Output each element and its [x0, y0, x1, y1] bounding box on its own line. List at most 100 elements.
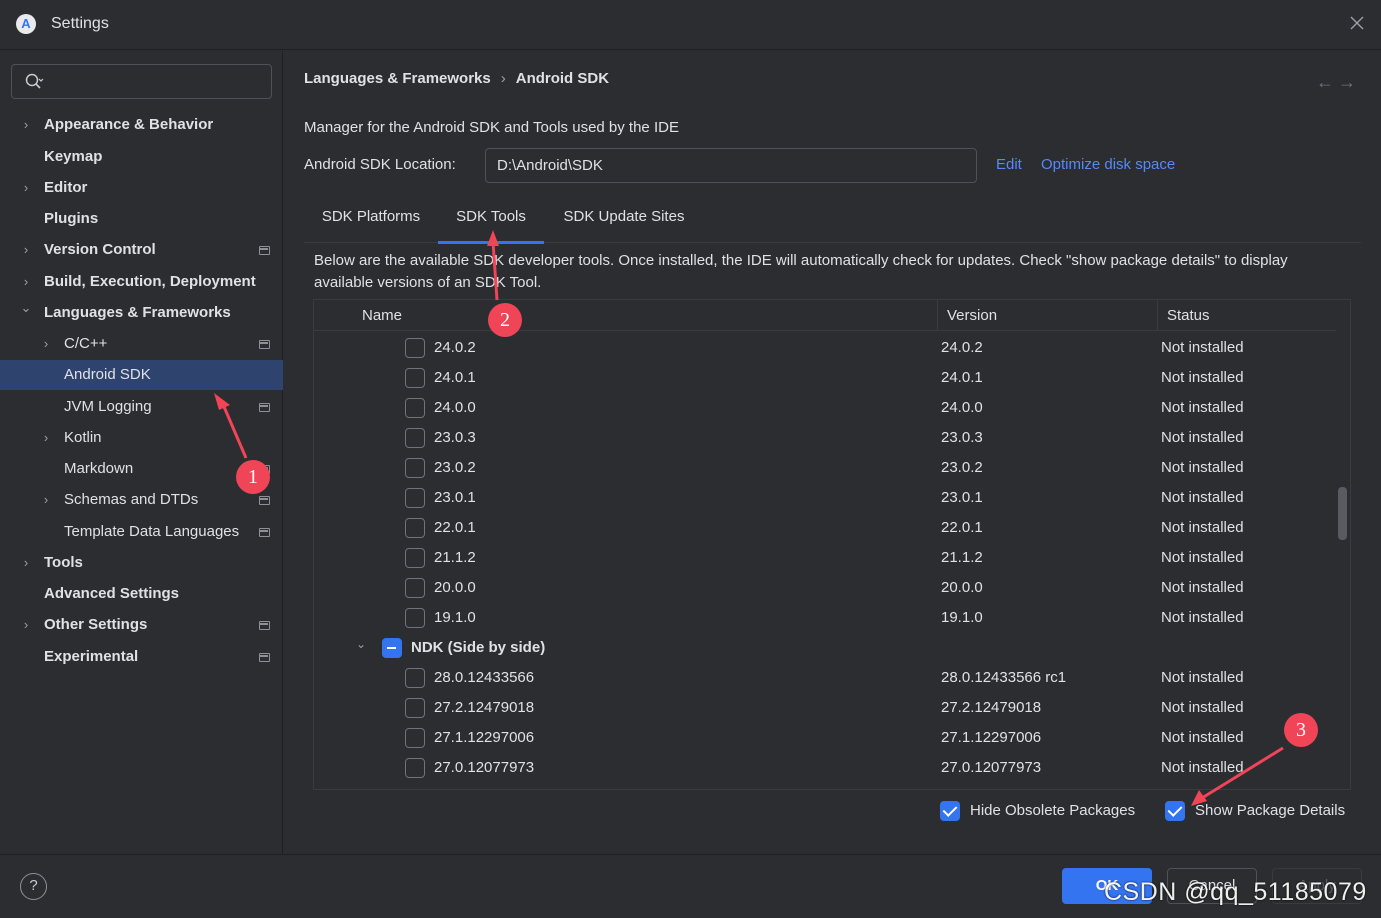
tab-sdk-platforms[interactable]: SDK Platforms — [304, 200, 438, 243]
sidebar-item-schemas-and-dtds[interactable]: › Schemas and DTDs — [0, 485, 283, 515]
chevron-right-icon[interactable]: › — [40, 485, 52, 515]
table-row[interactable]: 23.0.3 23.0.3 Not installed — [314, 423, 1336, 453]
show-package-details-checkbox[interactable]: Show Package Details — [1165, 801, 1355, 823]
package-checkbox[interactable] — [405, 518, 425, 538]
chevron-right-icon[interactable]: › — [20, 610, 32, 640]
sidebar-item-markdown[interactable]: Markdown — [0, 454, 283, 484]
group-checkbox-partial[interactable] — [382, 638, 402, 658]
chevron-down-icon[interactable]: ⌄ — [20, 298, 32, 328]
close-window-button[interactable] — [1347, 14, 1367, 34]
package-name: 27.0.12077973 — [434, 759, 535, 776]
package-version: 27.1.12297006 — [941, 729, 1042, 746]
settings-search-input[interactable] — [52, 71, 262, 93]
package-checkbox[interactable] — [405, 428, 425, 448]
package-status: Not installed — [1161, 429, 1244, 446]
sidebar-item-languages-frameworks[interactable]: ⌄ Languages & Frameworks — [0, 298, 283, 328]
sidebar-item-label: Markdown — [64, 460, 134, 477]
search-icon — [25, 73, 44, 89]
package-checkbox[interactable] — [405, 488, 425, 508]
sidebar-item-editor[interactable]: › Editor — [0, 173, 283, 203]
sdk-location-label: Android SDK Location: — [304, 156, 456, 173]
package-checkbox[interactable] — [405, 458, 425, 478]
chevron-right-icon[interactable]: › — [20, 235, 32, 265]
ok-button[interactable]: OK — [1062, 868, 1152, 904]
table-row[interactable]: 22.0.1 22.0.1 Not installed — [314, 513, 1336, 543]
sidebar-item-version-control[interactable]: › Version Control — [0, 235, 283, 265]
sidebar-item-appearance-behavior[interactable]: › Appearance & Behavior — [0, 110, 283, 140]
column-header-status[interactable]: Status — [1157, 300, 1336, 331]
sidebar-item-build-execution-deployment[interactable]: › Build, Execution, Deployment — [0, 267, 283, 297]
package-version: 24.0.1 — [941, 369, 983, 386]
chevron-right-icon[interactable]: › — [40, 423, 52, 453]
package-checkbox[interactable] — [405, 398, 425, 418]
table-row[interactable]: 27.1.12297006 27.1.12297006 Not installed — [314, 723, 1336, 753]
chevron-down-icon[interactable]: ⌄ — [356, 629, 366, 659]
cancel-button[interactable]: Cancel — [1167, 868, 1257, 904]
table-row[interactable]: 27.2.12479018 27.2.12479018 Not installed — [314, 693, 1336, 723]
chevron-right-icon[interactable]: › — [40, 329, 52, 359]
sidebar-item-tools[interactable]: › Tools — [0, 548, 283, 578]
sidebar-item-experimental[interactable]: Experimental — [0, 642, 283, 672]
sidebar-item-android-sdk[interactable]: Android SDK — [0, 360, 283, 390]
tab-sdk-update-sites[interactable]: SDK Update Sites — [544, 200, 704, 243]
table-row[interactable]: 24.0.0 24.0.0 Not installed — [314, 393, 1336, 423]
sidebar-item-c-c[interactable]: › C/C++ — [0, 329, 283, 359]
sidebar-item-kotlin[interactable]: › Kotlin — [0, 423, 283, 453]
chevron-right-icon[interactable]: › — [20, 267, 32, 297]
tab-sdk-tools[interactable]: SDK Tools — [438, 200, 544, 244]
forward-arrow-icon[interactable]: → — [1336, 72, 1358, 93]
project-level-setting-icon — [259, 496, 270, 505]
sidebar-item-label: Android SDK — [64, 366, 151, 383]
package-version: 23.0.2 — [941, 459, 983, 476]
project-level-setting-icon — [259, 528, 270, 537]
settings-search-box[interactable] — [11, 64, 272, 99]
help-button[interactable]: ? — [20, 873, 47, 900]
sidebar-item-other-settings[interactable]: › Other Settings — [0, 610, 283, 640]
package-checkbox[interactable] — [405, 578, 425, 598]
package-name: 24.0.1 — [434, 369, 476, 386]
table-row[interactable]: 24.0.2 24.0.2 Not installed — [314, 333, 1336, 363]
package-checkbox[interactable] — [405, 608, 425, 628]
sdk-location-input[interactable] — [485, 148, 977, 183]
window-title: Settings — [51, 15, 109, 32]
hide-obsolete-packages-checkbox[interactable]: Hide Obsolete Packages — [940, 801, 1150, 823]
chevron-right-icon[interactable]: › — [20, 548, 32, 578]
table-scrollbar-thumb[interactable] — [1338, 487, 1347, 540]
package-checkbox[interactable] — [405, 758, 425, 778]
breadcrumb-parent[interactable]: Languages & Frameworks — [304, 70, 491, 87]
table-row[interactable]: 23.0.2 23.0.2 Not installed — [314, 453, 1336, 483]
back-arrow-icon[interactable]: ← — [1314, 72, 1336, 93]
table-row[interactable]: 27.0.12077973 27.0.12077973 Not installed — [314, 753, 1336, 783]
sidebar-item-label: Schemas and DTDs — [64, 491, 199, 508]
column-header-version[interactable]: Version — [937, 300, 1157, 331]
chevron-right-icon[interactable]: › — [20, 110, 32, 140]
table-row[interactable]: 28.0.12433566 28.0.12433566 rc1 Not instal… — [314, 663, 1336, 693]
table-group-row[interactable]: ⌄ NDK (Side by side) — [314, 633, 1336, 663]
package-version: 23.0.1 — [941, 489, 983, 506]
sidebar-item-template-data-languages[interactable]: Template Data Languages — [0, 517, 283, 547]
package-status: Not installed — [1161, 759, 1244, 776]
sidebar-item-plugins[interactable]: Plugins — [0, 204, 283, 234]
apply-button[interactable]: Apply — [1272, 868, 1362, 904]
table-row[interactable]: 19.1.0 19.1.0 Not installed — [314, 603, 1336, 633]
package-checkbox[interactable] — [405, 338, 425, 358]
column-header-name[interactable]: Name — [353, 300, 938, 331]
table-row[interactable]: 21.1.2 21.1.2 Not installed — [314, 543, 1336, 573]
table-row[interactable]: 24.0.1 24.0.1 Not installed — [314, 363, 1336, 393]
table-row[interactable]: 20.0.0 20.0.0 Not installed — [314, 573, 1336, 603]
sidebar-item-keymap[interactable]: Keymap — [0, 142, 283, 172]
table-row[interactable]: 23.0.1 23.0.1 Not installed — [314, 483, 1336, 513]
optimize-disk-space-link[interactable]: Optimize disk space — [1041, 156, 1175, 173]
sidebar-item-advanced-settings[interactable]: Advanced Settings — [0, 579, 283, 609]
chevron-right-icon[interactable]: › — [20, 173, 32, 203]
history-navigation: ← → — [1314, 72, 1364, 93]
package-status: Not installed — [1161, 729, 1244, 746]
edit-location-link[interactable]: Edit — [996, 156, 1022, 173]
package-name: 22.0.1 — [434, 519, 476, 536]
package-checkbox[interactable] — [405, 728, 425, 748]
package-checkbox[interactable] — [405, 548, 425, 568]
package-checkbox[interactable] — [405, 668, 425, 688]
package-checkbox[interactable] — [405, 698, 425, 718]
sidebar-item-jvm-logging[interactable]: JVM Logging — [0, 392, 283, 422]
package-checkbox[interactable] — [405, 368, 425, 388]
